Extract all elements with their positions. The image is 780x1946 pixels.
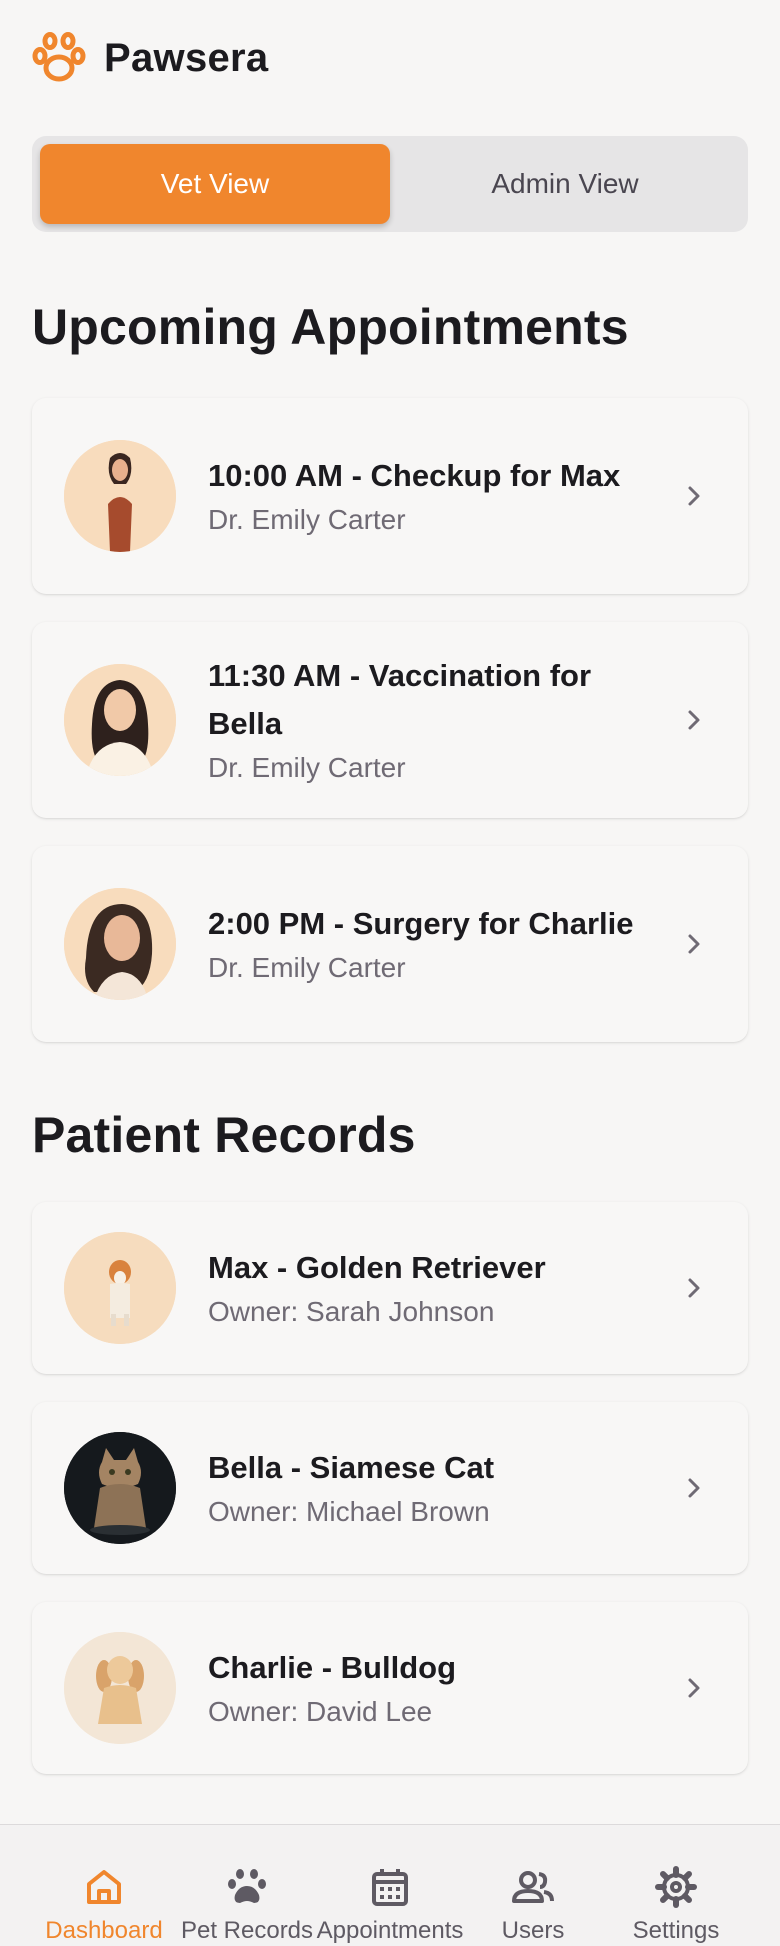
record-owner: Owner: David Lee [208,1696,433,1727]
app-header: Pawsera [32,30,268,86]
appointment-text: 10:00 AM - Checkup for Max Dr. Emily Car… [208,452,652,540]
appointments-heading: Upcoming Appointments [32,299,629,355]
record-text: Bella - Siamese Cat Owner: Michael Brown [208,1444,652,1532]
appointment-doctor: Dr. Emily Carter [208,504,406,535]
paw-logo-icon [32,32,86,82]
nav-label: Pet Records [180,1917,314,1944]
patient-record-card[interactable]: Charlie - Bulldog Owner: David Lee [32,1602,748,1774]
record-title: Bella - Siamese Cat [208,1450,495,1485]
doctor-avatar [64,888,176,1000]
chevron-right-icon [688,934,700,954]
nav-dashboard[interactable]: Dashboard [29,1825,179,1946]
chevron-right-icon [688,1678,700,1698]
appointment-card[interactable]: 2:00 PM - Surgery for Charlie Dr. Emily … [32,846,748,1042]
home-icon [87,1870,121,1904]
admin-view-tab[interactable]: Admin View [390,144,740,224]
appointment-text: 2:00 PM - Surgery for Charlie Dr. Emily … [208,900,652,988]
nav-label: Appointments [316,1917,464,1944]
app-title: Pawsera [104,35,269,80]
chevron-right-icon [688,1278,700,1298]
appointment-text: 11:30 AM - Vaccination for Bella Dr. Emi… [208,652,652,788]
chevron-right-icon [688,486,700,506]
nav-pet-records[interactable]: Pet Records [172,1825,322,1946]
bottom-nav: Dashboard Pet Records Appointments Users… [0,1824,780,1946]
paw-icon [228,1869,266,1903]
app-screen: Pawsera Vet View Admin View Upcoming App… [0,0,780,1946]
nav-label: Settings [632,1917,720,1944]
appointment-doctor: Dr. Emily Carter [208,752,406,783]
doctor-avatar [64,664,176,776]
record-owner: Owner: Sarah Johnson [208,1296,495,1327]
users-icon [512,1871,554,1903]
patient-record-card[interactable]: Max - Golden Retriever Owner: Sarah John… [32,1202,748,1374]
records-heading: Patient Records [32,1107,416,1163]
pet-avatar [64,1632,176,1744]
doctor-avatar [64,440,176,552]
calendar-icon [372,1869,408,1906]
nav-settings[interactable]: Settings [601,1825,751,1946]
chevron-right-icon [688,710,700,730]
nav-label: Dashboard [45,1917,163,1944]
patient-record-card[interactable]: Bella - Siamese Cat Owner: Michael Brown [32,1402,748,1574]
record-title: Max - Golden Retriever [208,1250,546,1285]
chevron-right-icon [688,1478,700,1498]
appointment-card[interactable]: 11:30 AM - Vaccination for Bella Dr. Emi… [32,622,748,818]
record-text: Max - Golden Retriever Owner: Sarah John… [208,1244,652,1332]
gear-icon [655,1866,697,1908]
view-toggle: Vet View Admin View [32,136,748,232]
record-owner: Owner: Michael Brown [208,1496,490,1527]
pet-avatar [64,1232,176,1344]
vet-view-tab[interactable]: Vet View [40,144,390,224]
nav-appointments[interactable]: Appointments [315,1825,465,1946]
record-text: Charlie - Bulldog Owner: David Lee [208,1644,652,1732]
pet-avatar [64,1432,176,1544]
nav-label: Users [501,1917,565,1944]
nav-users[interactable]: Users [458,1825,608,1946]
appointment-doctor: Dr. Emily Carter [208,952,406,983]
record-title: Charlie - Bulldog [208,1650,456,1685]
appointment-title: 2:00 PM - Surgery for Charlie [208,906,634,941]
appointment-title: 11:30 AM - Vaccination for Bella [208,658,592,741]
appointment-card[interactable]: 10:00 AM - Checkup for Max Dr. Emily Car… [32,398,748,594]
appointment-title: 10:00 AM - Checkup for Max [208,458,621,493]
